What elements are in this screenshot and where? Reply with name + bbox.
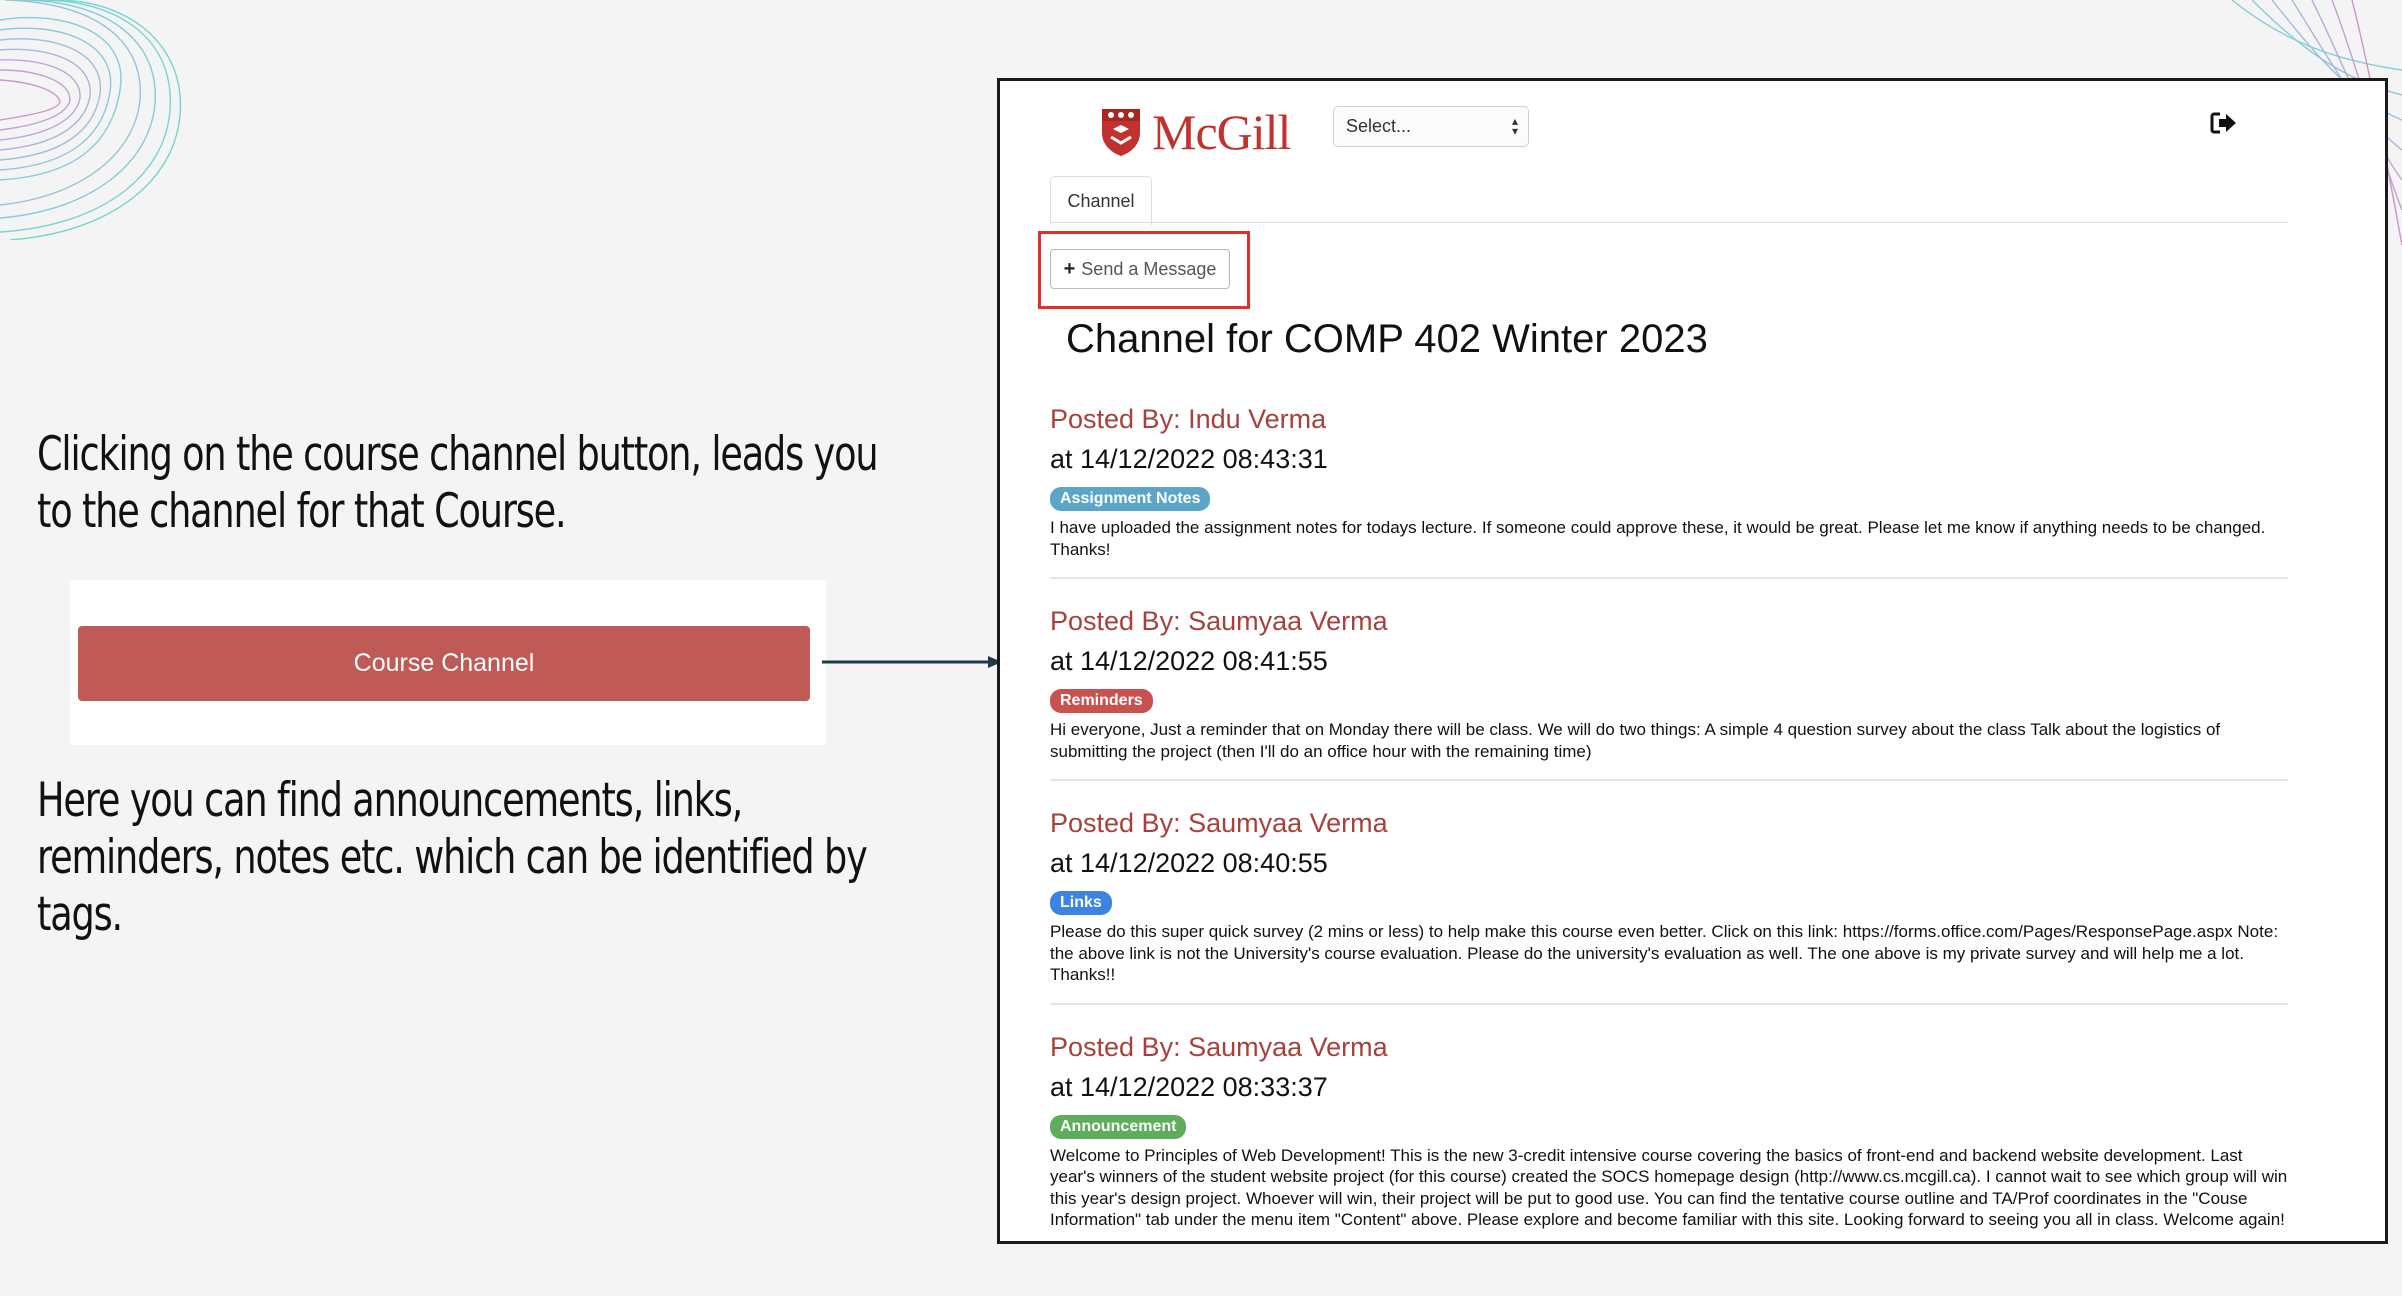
post-author: Posted By: Saumyaa Verma (1050, 1031, 1388, 1062)
send-message-button[interactable]: + Send a Message (1050, 249, 1230, 289)
plus-icon: + (1063, 257, 1076, 280)
post-item: Posted By: Saumyaa Verma at 14/12/2022 0… (1050, 803, 2288, 1005)
post-list: Posted By: Indu Verma at 14/12/2022 08:4… (1050, 399, 2288, 1242)
arrow-right-icon (822, 656, 1002, 668)
tab-channel[interactable]: Channel (1050, 176, 1152, 225)
mcgill-shield-icon (1102, 109, 1140, 156)
tag-badge[interactable]: Links (1050, 891, 1112, 915)
post-body: Welcome to Principles of Web Development… (1050, 1145, 2288, 1230)
post-item: Posted By: Indu Verma at 14/12/2022 08:4… (1050, 399, 2288, 579)
tag-badge[interactable]: Reminders (1050, 689, 1153, 713)
logout-icon[interactable] (2210, 111, 2238, 135)
tag-badge[interactable]: Announcement (1050, 1114, 1187, 1139)
post-author: Posted By: Indu Verma (1050, 404, 1327, 434)
send-message-label: Send a Message (1081, 258, 1217, 279)
post-date: at 14/12/2022 08:33:37 (1050, 1071, 1328, 1102)
post-item: Posted By: Saumyaa Verma at 14/12/2022 0… (1050, 1027, 2288, 1242)
post-body: Hi everyone, Just a reminder that on Mon… (1050, 720, 2221, 761)
course-channel-card: Course Channel (70, 580, 826, 745)
post-body: I have uploaded the assignment notes for… (1050, 518, 2266, 559)
post-date: at 14/12/2022 08:43:31 (1050, 444, 1328, 474)
course-select[interactable]: Select... ▴ ▾ (1333, 106, 1529, 147)
decorative-wave-lines-top-left (0, 0, 182, 240)
caption-intro: Clicking on the course channel button, l… (37, 427, 879, 539)
tab-divider (1050, 222, 2288, 223)
post-date: at 14/12/2022 08:41:55 (1050, 646, 1328, 676)
channel-title: Channel for COMP 402 Winter 2023 (1066, 317, 1708, 361)
post-item: Posted By: Saumyaa Verma at 14/12/2022 0… (1050, 601, 2288, 781)
post-date: at 14/12/2022 08:40:55 (1050, 848, 1328, 878)
slide: Clicking on the course channel button, l… (0, 0, 2402, 1296)
post-body: Please do this super quick survey (2 min… (1050, 922, 2279, 984)
course-channel-button[interactable]: Course Channel (78, 626, 810, 701)
logo-text: McGill (1152, 104, 1291, 160)
select-value: Select... (1346, 116, 1412, 136)
mcgill-logo[interactable]: McGill (1100, 103, 1291, 161)
tag-badge[interactable]: Assignment Notes (1050, 487, 1211, 511)
updown-caret-icon: ▴ ▾ (1511, 114, 1518, 138)
channel-screenshot: McGill Select... ▴ ▾ Channel + Send a Mes… (997, 78, 2388, 1244)
post-author: Posted By: Saumyaa Verma (1050, 808, 1388, 838)
caption-description: Here you can find announcements, links, … (37, 773, 868, 942)
post-author: Posted By: Saumyaa Verma (1050, 606, 1388, 636)
